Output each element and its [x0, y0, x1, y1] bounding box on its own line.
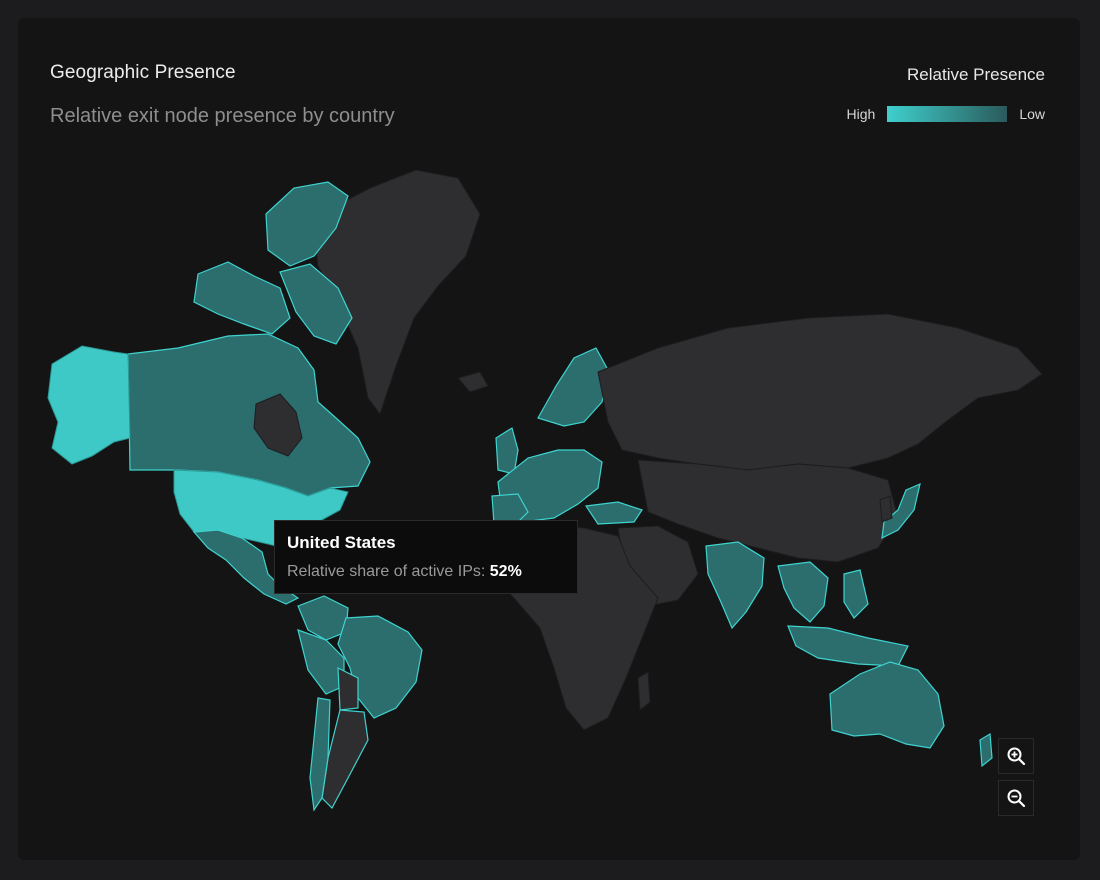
tooltip-metric-label: Relative share of active IPs: [287, 563, 490, 580]
country-turkey[interactable] [584, 501, 643, 525]
geographic-presence-card: Geographic Presence Relative exit node p… [18, 18, 1080, 860]
tooltip-metric-value: 52% [489, 563, 522, 580]
country-india[interactable] [705, 541, 765, 630]
country-scandinavia[interactable] [537, 347, 609, 427]
country-indonesia[interactable] [787, 625, 909, 667]
country-australia[interactable] [829, 661, 945, 749]
country-canada[interactable] [127, 333, 371, 497]
tooltip-metric: Relative share of active IPs: 52% [287, 563, 522, 581]
zoom-in-button[interactable] [998, 738, 1034, 774]
country-new-zealand[interactable] [979, 732, 993, 768]
zoom-out-icon [1007, 789, 1026, 808]
country-southeast-asia[interactable] [777, 561, 829, 623]
world-map[interactable] [18, 18, 1080, 860]
zoom-out-button[interactable] [998, 780, 1034, 816]
country-iceland[interactable] [457, 371, 489, 393]
country-uk[interactable] [495, 427, 519, 475]
country-tooltip: United States Relative share of active I… [274, 520, 578, 594]
country-madagascar[interactable] [637, 671, 651, 711]
country-philippines[interactable] [843, 569, 869, 619]
country-korea[interactable] [879, 495, 893, 523]
tooltip-country-name: United States [287, 533, 396, 552]
country-russia[interactable] [597, 313, 1043, 471]
zoom-in-icon [1007, 747, 1026, 766]
country-alaska[interactable] [47, 345, 131, 465]
country-canada-islands[interactable] [193, 261, 291, 335]
country-peru[interactable] [297, 629, 345, 695]
